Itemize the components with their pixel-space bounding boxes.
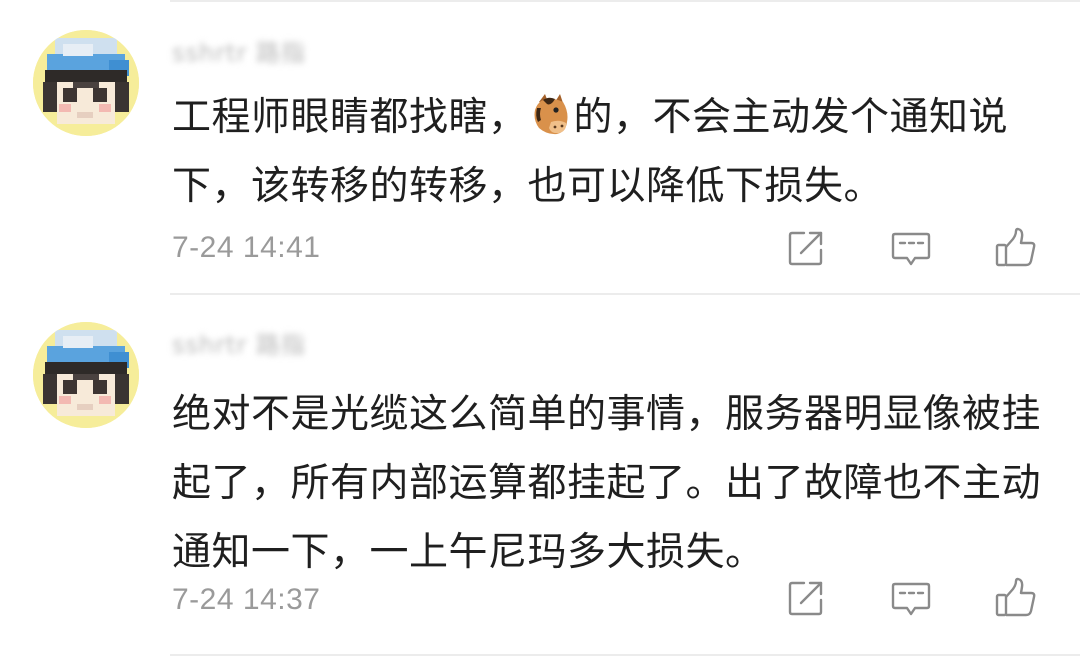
comment-item: sshrtr 路指 工程师眼睛都找瞎， 的，不会主动发个通知说下，该转移的转移，… bbox=[0, 0, 1080, 295]
row-divider bbox=[170, 293, 1080, 295]
horse-face-emoji-icon bbox=[534, 94, 568, 135]
reply-button[interactable] bbox=[888, 225, 934, 271]
comment-text: 绝对不是光缆这么简单的事情，服务器明显像被挂起了，所有内部运算都挂起了。出了故障… bbox=[172, 392, 1042, 575]
reply-button[interactable] bbox=[888, 575, 934, 621]
timestamp: 7-24 14:41 bbox=[172, 231, 321, 264]
share-icon bbox=[788, 231, 823, 266]
thumbs-up-icon bbox=[995, 577, 1036, 617]
username[interactable]: sshrtr 路指 bbox=[172, 330, 332, 360]
bottom-divider bbox=[170, 654, 1080, 656]
timestamp: 7-24 14:37 bbox=[172, 583, 321, 616]
username[interactable]: sshrtr 路指 bbox=[172, 38, 332, 68]
thumbs-up-icon bbox=[995, 227, 1036, 267]
comment-text: 工程师眼睛都找瞎， 的，不会主动发个通知说下，该转移的转移，也可以降低下损失。 bbox=[172, 83, 1052, 221]
like-button[interactable] bbox=[993, 225, 1039, 271]
avatar[interactable] bbox=[33, 30, 139, 136]
comment-text-part: 工程师眼睛都找瞎， bbox=[172, 95, 528, 140]
share-button[interactable] bbox=[783, 225, 829, 271]
pixelated-avatar-image bbox=[33, 30, 139, 136]
like-button[interactable] bbox=[993, 575, 1039, 621]
avatar[interactable] bbox=[33, 322, 139, 428]
share-icon bbox=[788, 581, 823, 616]
pixelated-avatar-image bbox=[33, 322, 139, 428]
share-button[interactable] bbox=[783, 575, 829, 621]
comment-item: sshrtr 路指 绝对不是光缆这么简单的事情，服务器明显像被挂起了，所有内部运… bbox=[0, 296, 1080, 659]
comment-icon bbox=[891, 232, 931, 266]
comment-icon bbox=[891, 582, 931, 616]
